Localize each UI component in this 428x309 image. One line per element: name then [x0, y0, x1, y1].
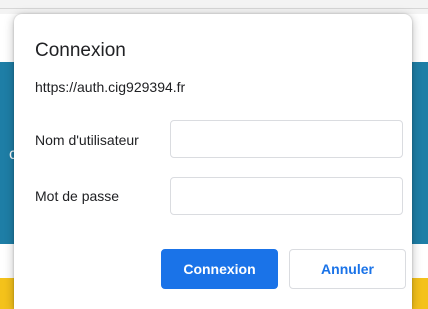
dialog-origin-url: https://auth.cig929394.fr — [35, 79, 186, 95]
username-label: Nom d'utilisateur — [35, 132, 139, 148]
background-stripe-right — [412, 278, 428, 309]
cancel-button[interactable]: Annuler — [289, 249, 406, 289]
background-divider — [0, 8, 428, 9]
connect-button[interactable]: Connexion — [161, 249, 278, 289]
login-dialog: Connexion https://auth.cig929394.fr Nom … — [14, 14, 412, 309]
password-input[interactable] — [170, 177, 403, 215]
dialog-title: Connexion — [35, 40, 126, 61]
background-page-header — [0, 0, 428, 14]
username-input[interactable] — [170, 120, 403, 158]
background-stripe-left — [0, 278, 14, 309]
password-label: Mot de passe — [35, 188, 120, 204]
